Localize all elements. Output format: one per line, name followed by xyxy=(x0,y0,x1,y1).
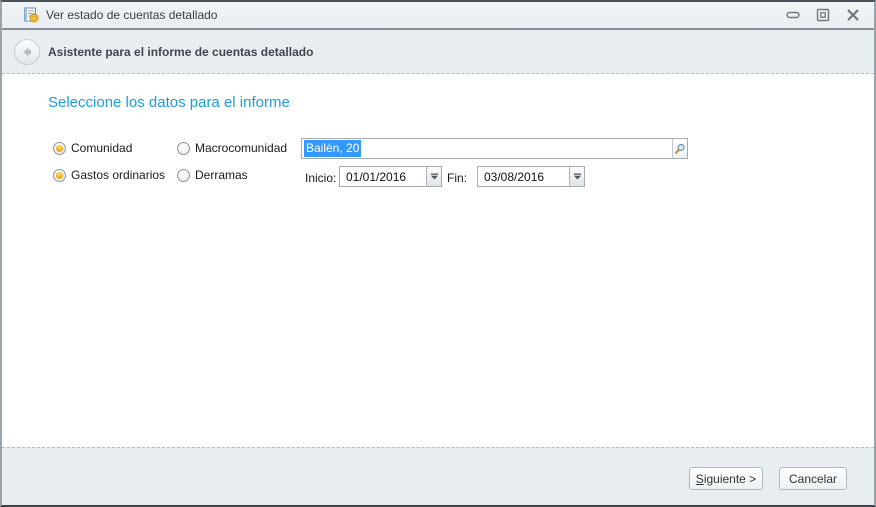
radio-unselected-icon xyxy=(177,168,190,182)
search-input-value: Bailén, 20 xyxy=(304,140,362,157)
content-area: Seleccione los datos para el informe Com… xyxy=(2,76,874,447)
ledger-coin-icon xyxy=(23,7,39,23)
radio-label: Comunidad xyxy=(71,141,133,155)
wizard-header: Asistente para el informe de cuentas det… xyxy=(2,30,874,74)
search-icon xyxy=(675,143,685,154)
start-date-field[interactable]: 01/01/2016 xyxy=(339,166,442,187)
window-title: Ver estado de cuentas detallado xyxy=(46,8,218,22)
minimize-icon xyxy=(786,11,800,19)
cancel-button[interactable]: Cancelar xyxy=(779,467,847,490)
radio-label: Derramas xyxy=(195,168,248,182)
radio-label: Gastos ordinarios xyxy=(71,168,166,182)
chevron-down-icon xyxy=(573,173,581,180)
maximize-button[interactable] xyxy=(815,7,831,23)
maximize-icon xyxy=(816,8,830,22)
chevron-down-icon xyxy=(430,173,438,180)
next-button[interactable]: Siguiente > xyxy=(689,467,763,490)
radio-selected-icon xyxy=(53,141,66,155)
close-icon xyxy=(847,9,859,21)
minimize-button[interactable] xyxy=(785,7,801,23)
start-date-dropdown-button[interactable] xyxy=(426,167,441,186)
radio-label: Macrocomunidad xyxy=(195,141,288,155)
back-button[interactable] xyxy=(14,38,40,65)
next-button-label: iguiente > xyxy=(703,471,757,486)
next-button-mnemonic: S xyxy=(695,471,704,486)
radio-comunidad[interactable]: Comunidad xyxy=(53,141,132,155)
radio-unselected-icon xyxy=(177,141,190,155)
start-date-label: Inicio: xyxy=(305,171,337,185)
end-date-value: 03/08/2016 xyxy=(484,169,545,184)
title-bar: Ver estado de cuentas detallado xyxy=(2,2,874,30)
window-controls xyxy=(785,7,874,23)
search-button[interactable] xyxy=(672,139,687,158)
wizard-title: Asistente para el informe de cuentas det… xyxy=(48,44,314,59)
radio-selected-icon xyxy=(53,168,66,182)
close-button[interactable] xyxy=(845,7,861,23)
end-date-dropdown-button[interactable] xyxy=(569,167,584,186)
end-date-field[interactable]: 03/08/2016 xyxy=(477,166,585,187)
dialog-window: Ver estado de cuentas detallado Asistent… xyxy=(0,0,876,507)
form-heading: Seleccione los datos para el informe xyxy=(48,94,290,111)
back-arrow-icon xyxy=(23,47,31,56)
radio-derramas[interactable]: Derramas xyxy=(177,168,248,182)
radio-gastos-ordinarios[interactable]: Gastos ordinarios xyxy=(53,168,165,182)
start-date-value: 01/01/2016 xyxy=(346,169,407,184)
dialog-footer: Siguiente > Cancelar xyxy=(2,447,874,505)
radio-macrocomunidad[interactable]: Macrocomunidad xyxy=(177,141,287,155)
community-search-input[interactable]: Bailén, 20 xyxy=(301,138,688,159)
end-date-label: Fin: xyxy=(447,171,468,185)
